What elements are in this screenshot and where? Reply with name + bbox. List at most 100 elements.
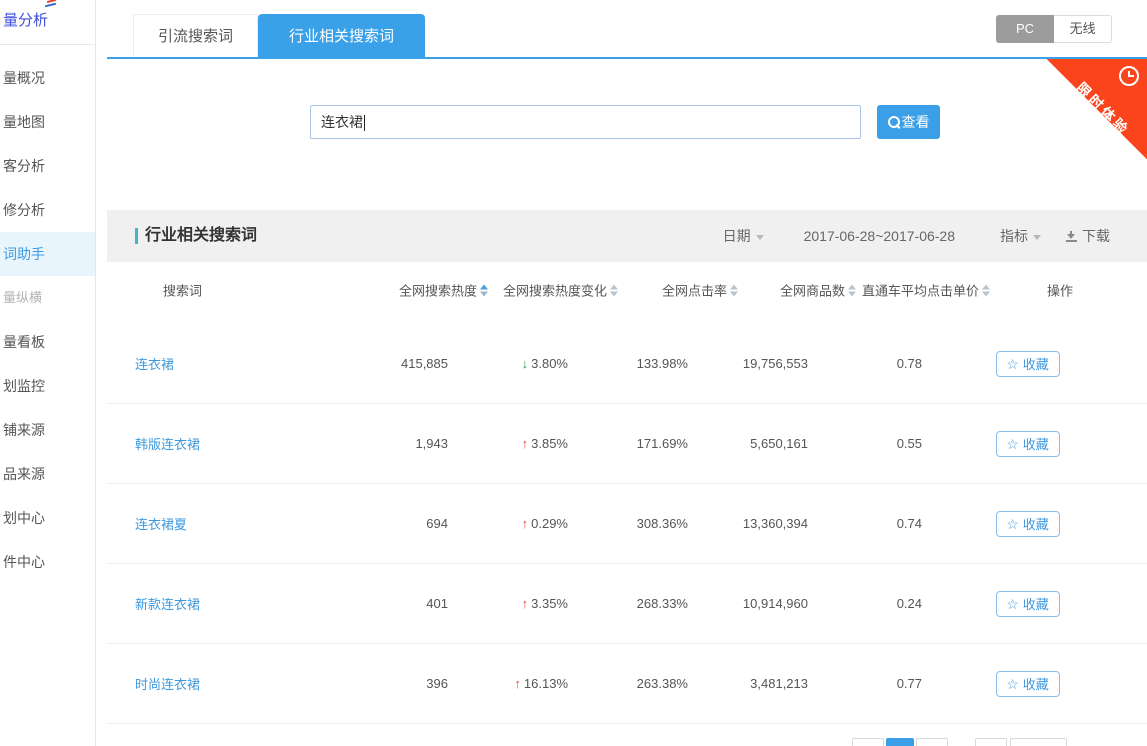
col-keyword: 搜索词 — [163, 281, 202, 300]
sidebar-item-map[interactable]: 量地图 — [0, 100, 95, 144]
app-screen: 量分析 量概况 量地图 客分析 修分析 词助手 量纵横 量看板 划监控 铺来源 … — [0, 0, 1147, 746]
change-value: ↑16.13% — [462, 676, 582, 691]
device-toggle: PC 无线 — [996, 15, 1112, 43]
search-icon — [888, 116, 900, 128]
products-value: 3,481,213 — [702, 676, 822, 691]
sidebar-item-item-source[interactable]: 品来源 — [0, 452, 95, 496]
text-cursor — [364, 115, 365, 131]
trend-arrow-icon: ↑ — [522, 596, 529, 611]
change-value: ↑0.29% — [462, 516, 582, 531]
col-products: 全网商品数 — [780, 281, 856, 300]
favorite-button[interactable]: ☆收藏 — [996, 351, 1060, 377]
col-actions: 操作 — [1047, 281, 1073, 300]
ctr-value: 263.38% — [582, 676, 702, 691]
pagination — [107, 738, 1147, 746]
sidebar-item-shop-source[interactable]: 铺来源 — [0, 408, 95, 452]
table-row: 时尚连衣裙 396 ↑16.13% 263.38% 3,481,213 0.77… — [107, 644, 1147, 724]
ctr-value: 308.36% — [582, 516, 702, 531]
trend-arrow-icon: ↑ — [522, 436, 529, 451]
sidebar-item-crossview[interactable]: 量纵横 — [0, 276, 95, 320]
sidebar-item-overview[interactable]: 量概况 — [0, 56, 95, 100]
heat-value: 401 — [322, 596, 462, 611]
star-icon: ☆ — [1006, 357, 1019, 371]
keyword-link[interactable]: 韩版连衣裙 — [135, 437, 200, 452]
sort-icon[interactable] — [982, 284, 990, 296]
pagination-next-button[interactable] — [975, 738, 1007, 746]
toggle-pc[interactable]: PC — [996, 15, 1054, 43]
sidebar-item-software-center[interactable]: 件中心 — [0, 540, 95, 584]
pagination-prev-button[interactable] — [852, 738, 884, 746]
star-icon: ☆ — [1006, 437, 1019, 451]
keyword-link[interactable]: 新款连衣裙 — [135, 597, 200, 612]
table-row: 连衣裙夏 694 ↑0.29% 308.36% 13,360,394 0.74 … — [107, 484, 1147, 564]
tab-traffic-keywords[interactable]: 引流搜索词 — [133, 14, 258, 57]
change-value: ↓3.80% — [462, 356, 582, 371]
section-marker — [135, 228, 138, 244]
table-row: 韩版连衣裙 1,943 ↑3.85% 171.69% 5,650,161 0.5… — [107, 404, 1147, 484]
sort-icon[interactable] — [848, 284, 856, 296]
keyword-link[interactable]: 时尚连衣裙 — [135, 677, 200, 692]
trend-arrow-icon: ↓ — [522, 356, 529, 371]
table-row: 新款连衣裙 401 ↑3.35% 268.33% 10,914,960 0.24… — [107, 564, 1147, 644]
favorite-button[interactable]: ☆收藏 — [996, 511, 1060, 537]
section-title: 行业相关搜索词 — [145, 210, 257, 262]
date-filter-dropdown[interactable]: 日期 — [723, 226, 764, 246]
products-value: 19,756,553 — [702, 356, 822, 371]
sidebar-item-decorate[interactable]: 修分析 — [0, 188, 95, 232]
toggle-wireless[interactable]: 无线 — [1054, 15, 1112, 43]
tab-industry-keywords[interactable]: 行业相关搜索词 — [258, 14, 425, 57]
col-ctr: 全网点击率 — [662, 281, 738, 300]
sort-icon[interactable] — [730, 284, 738, 296]
sidebar-item-dashboard[interactable]: 量看板 — [0, 320, 95, 364]
tab-bar: 引流搜索词 行业相关搜索词 — [133, 14, 425, 57]
star-icon: ☆ — [1006, 597, 1019, 611]
main-area: 引流搜索词 行业相关搜索词 PC 无线 限时体验 连衣裙 查看 — [97, 0, 1147, 746]
ctr-value: 133.98% — [582, 356, 702, 371]
cpc-value: 0.24 — [822, 596, 936, 611]
date-range-value: 2017-06-28~2017-06-28 — [804, 228, 955, 244]
sidebar-item-keyword-assistant[interactable]: 词助手 — [0, 232, 95, 276]
cpc-value: 0.77 — [822, 676, 936, 691]
download-icon — [1066, 231, 1077, 242]
products-value: 10,914,960 — [702, 596, 822, 611]
view-button[interactable]: 查看 — [877, 105, 940, 139]
search-row: 连衣裙 查看 — [107, 105, 1147, 139]
trend-arrow-icon: ↑ — [522, 516, 529, 531]
ctr-value: 171.69% — [582, 436, 702, 451]
keyword-link[interactable]: 连衣裙 — [135, 357, 174, 372]
star-icon: ☆ — [1006, 517, 1019, 531]
table-body: 连衣裙 415,885 ↓3.80% 133.98% 19,756,553 0.… — [107, 324, 1147, 724]
pagination-jump-box[interactable] — [1010, 738, 1067, 746]
cpc-value: 0.78 — [822, 356, 936, 371]
download-link[interactable]: 下载 — [1066, 226, 1110, 246]
heat-value: 694 — [322, 516, 462, 531]
pagination-page-active[interactable] — [886, 738, 914, 746]
keyword-link[interactable]: 连衣裙夏 — [135, 517, 187, 532]
cpc-value: 0.74 — [822, 516, 936, 531]
heat-value: 396 — [322, 676, 462, 691]
table-header: 搜索词 全网搜索热度 全网搜索热度变化 全网点击率 全网商品数 直通车平均点击单… — [107, 262, 1147, 318]
products-value: 13,360,394 — [702, 516, 822, 531]
star-icon: ☆ — [1006, 677, 1019, 691]
search-input[interactable]: 连衣裙 — [310, 105, 861, 139]
products-value: 5,650,161 — [702, 436, 822, 451]
favorite-button[interactable]: ☆收藏 — [996, 591, 1060, 617]
view-button-label: 查看 — [902, 112, 930, 132]
sort-icon[interactable] — [610, 284, 618, 296]
pagination-page[interactable] — [916, 738, 948, 746]
sidebar-item-visitor[interactable]: 客分析 — [0, 144, 95, 188]
metric-filter-dropdown[interactable]: 指标 — [1000, 226, 1041, 246]
search-input-value: 连衣裙 — [321, 114, 363, 130]
cut-off-flag-icon — [45, 0, 57, 8]
cpc-value: 0.55 — [822, 436, 936, 451]
chevron-down-icon — [756, 235, 764, 240]
change-value: ↑3.85% — [462, 436, 582, 451]
favorite-button[interactable]: ☆收藏 — [996, 431, 1060, 457]
favorite-button[interactable]: ☆收藏 — [996, 671, 1060, 697]
sidebar-nav: 量概况 量地图 客分析 修分析 词助手 量纵横 量看板 划监控 铺来源 品来源 … — [0, 56, 95, 584]
sidebar-item-plan-center[interactable]: 划中心 — [0, 496, 95, 540]
ctr-value: 268.33% — [582, 596, 702, 611]
sidebar-divider — [0, 44, 95, 45]
sort-icon[interactable] — [480, 284, 488, 296]
sidebar-item-monitor[interactable]: 划监控 — [0, 364, 95, 408]
